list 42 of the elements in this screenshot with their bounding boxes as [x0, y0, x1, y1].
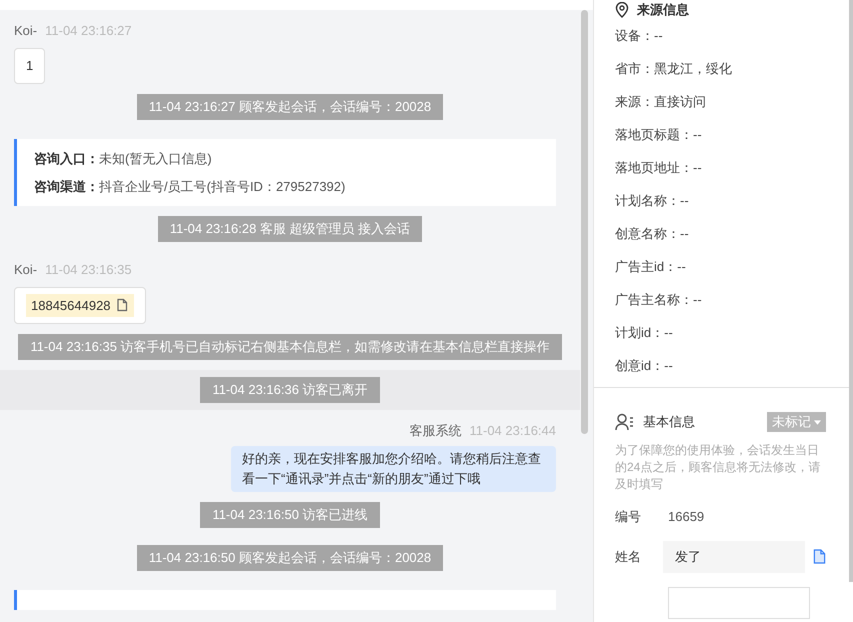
info-field: 落地页地址：--	[615, 158, 848, 177]
scrollbar[interactable]	[849, 0, 853, 582]
system-notice: 11-04 23:16:35 访客手机号已自动标记右侧基本信息栏，如需修改请在基本信息栏直接操作	[18, 334, 562, 360]
info-field: 省市：黑龙江，绥化	[615, 59, 848, 78]
copy-icon[interactable]	[114, 298, 129, 312]
info-field: 计划名称：--	[615, 191, 848, 210]
sender-name: 客服系统	[410, 422, 462, 440]
field-label: 编号	[615, 508, 642, 526]
system-notice: 11-04 23:16:36 访客已离开	[200, 377, 380, 403]
sender-name: Koi-	[14, 260, 38, 278]
name-field[interactable]: 发了	[663, 540, 805, 572]
input-field[interactable]	[668, 586, 810, 618]
section-title: 基本信息	[643, 413, 695, 432]
info-field: 创意id：--	[615, 356, 848, 375]
info-field: 创意名称：--	[615, 224, 848, 243]
message-time: 11-04 23:16:27	[45, 22, 132, 40]
field-label: 姓名	[615, 548, 642, 566]
info-field: 来源：直接访问	[615, 92, 848, 111]
info-field: 计划id：--	[615, 323, 848, 342]
scrollbar[interactable]	[581, 10, 588, 434]
message-bubble: 好的亲，现在安排客服加您介绍哈。请您稍后注意查看一下“通讯录”并点击“新的朋友”通过下哦	[231, 446, 556, 492]
message-time: 11-04 23:16:44	[470, 422, 556, 440]
system-notice: 11-04 23:16:27 顾客发起会话，会话编号：20028	[136, 94, 444, 120]
copy-icon[interactable]	[813, 549, 826, 564]
info-line: 咨询入口：未知(暂无入口信息)	[34, 150, 213, 168]
system-notice: 11-04 23:16:28 客服 超级管理员 接入会话	[158, 216, 422, 242]
info-field: 设备：--	[615, 26, 848, 45]
caret-icon	[814, 420, 821, 424]
info-field: 广告主名称：--	[615, 290, 848, 309]
notice-text: 为了保障您的使用体验，会话发生当日的24点之后，顾客信息将无法修改，请及时填写	[615, 442, 822, 493]
info-field: 广告主id：--	[615, 257, 848, 276]
phone-number[interactable]: 18845644928	[31, 296, 111, 315]
info-field: 落地页标题：--	[615, 125, 848, 144]
system-notice: 11-04 23:16:50 顾客发起会话，会话编号：20028	[136, 545, 444, 571]
message-bubble: 1	[14, 48, 46, 84]
message-time: 11-04 23:16:35	[45, 260, 132, 278]
info-line: 咨询渠道：抖音企业号/员工号(抖音号ID：279527392)	[34, 178, 346, 196]
sender-name: Koi-	[14, 22, 38, 40]
location-pin-icon	[615, 2, 629, 18]
system-notice: 11-04 23:16:50 访客已进线	[200, 502, 380, 528]
field-value: 16659	[668, 508, 704, 526]
section-title: 来源信息	[637, 1, 689, 20]
